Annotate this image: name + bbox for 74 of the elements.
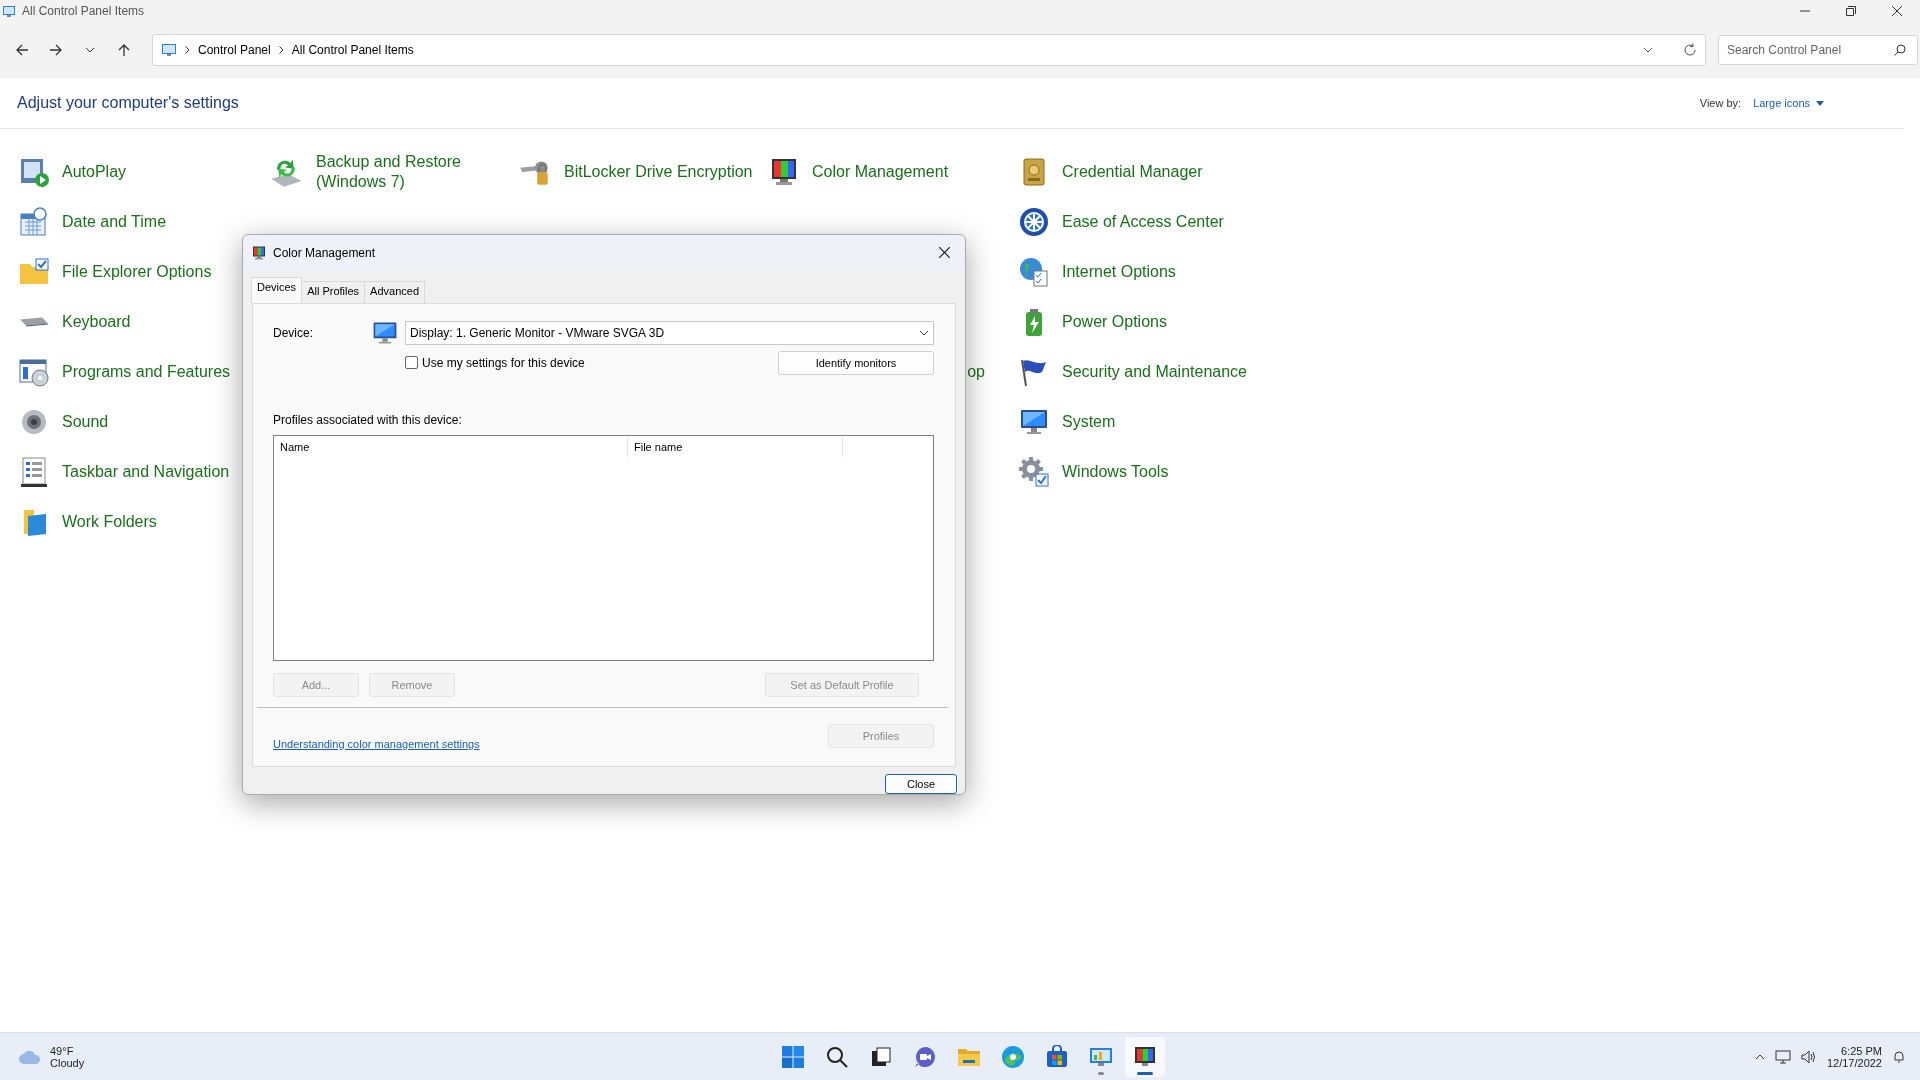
running-indicator	[1137, 1071, 1153, 1075]
control-panel-icon	[161, 43, 177, 57]
globe-icon	[1018, 256, 1050, 288]
control-panel-link[interactable]: Date and Time	[62, 212, 262, 232]
start-icon	[781, 1044, 805, 1069]
control-panel-link[interactable]: AutoPlay	[62, 162, 262, 182]
window-title: All Control Panel Items	[22, 4, 146, 18]
browser-icon	[1001, 1044, 1025, 1069]
page-heading: Adjust your computer's settings	[17, 94, 239, 112]
control-panel-link[interactable]: Color Management	[812, 162, 1012, 182]
checkbox-label: Use my settings for this device	[422, 355, 585, 370]
volume-icon[interactable]	[1800, 1049, 1817, 1064]
control-panel-link[interactable]: Security and Maintenance	[1062, 362, 1262, 382]
notification-icon[interactable]	[1892, 1049, 1906, 1064]
control-panel-link[interactable]: Backup and Restore (Windows 7)	[316, 152, 516, 192]
gear-icon	[1018, 456, 1050, 488]
keyboard-icon	[18, 317, 50, 327]
close-dialog-button[interactable]: Close	[885, 774, 957, 794]
tab[interactable]: Advanced	[364, 280, 426, 303]
column-header[interactable]: Name	[274, 436, 628, 457]
dialog-title: Color Management	[273, 245, 377, 260]
chevron-down-icon[interactable]	[85, 47, 95, 53]
close-icon[interactable]	[938, 247, 950, 259]
chevron-icon	[185, 46, 190, 54]
control-panel-link[interactable]: System	[1062, 412, 1262, 432]
weather-condition: Cloudy	[50, 1056, 85, 1069]
device-label: Device:	[273, 325, 314, 340]
control-panel-icon	[2, 4, 16, 18]
store-bag-icon	[1045, 1044, 1069, 1069]
control-panel-link[interactable]: Credential Manager	[1062, 162, 1262, 182]
close-icon[interactable]	[1892, 6, 1902, 16]
list-icon	[18, 456, 50, 488]
search-field[interactable]: Search Control Panel	[1718, 35, 1918, 65]
monitor-icon	[1133, 1044, 1157, 1069]
help-link[interactable]: Understanding color management settings	[273, 737, 828, 750]
window-disc-icon	[18, 356, 50, 388]
temperature: 49°F	[50, 1044, 75, 1057]
control-panel-link[interactable]: Windows Tools	[1062, 462, 1262, 482]
caret-icon[interactable]	[1816, 100, 1824, 106]
forward-arrow-icon[interactable]	[49, 43, 63, 57]
search-icon	[825, 1044, 849, 1069]
cloud-icon	[18, 1048, 42, 1065]
tab[interactable]: Devices	[251, 276, 303, 303]
media-play-icon	[18, 156, 50, 188]
chat-icon	[913, 1044, 937, 1069]
clock[interactable]: 6:25 PM 12/17/2022	[1826, 1044, 1882, 1069]
address-bar[interactable]: Control Panel All Control Panel Items	[152, 34, 1706, 66]
calendar-icon	[18, 206, 50, 238]
breadcrumb-item[interactable]: All Control Panel Items	[291, 43, 414, 57]
chevron-icon	[278, 46, 284, 54]
profiles-label: Profiles associated with this device:	[273, 412, 463, 427]
taskbar-app[interactable]	[1125, 1036, 1165, 1077]
task-view-icon	[869, 1044, 893, 1069]
monitor-icon	[251, 244, 267, 261]
control-panel-link[interactable]: Ease of Access Center	[1062, 212, 1262, 232]
running-indicator	[1098, 1071, 1104, 1075]
control-panel-link[interactable]: Internet Options	[1062, 262, 1262, 282]
control-panel-link[interactable]: BitLocker Drive Encryption	[564, 162, 764, 182]
restore-icon[interactable]	[1846, 6, 1856, 16]
view-by-label: View by:	[1699, 97, 1742, 109]
view-by-dropdown[interactable]: Large icons	[1753, 97, 1810, 109]
device-dropdown[interactable]: Display: 1. Generic Monitor - VMware SVGA 3D	[405, 320, 934, 345]
dropdown-icon[interactable]	[1643, 47, 1653, 53]
identify-monitors-button[interactable]: Identify monitors	[778, 350, 934, 375]
back-arrow-icon[interactable]	[15, 43, 29, 57]
refresh-icon[interactable]	[1683, 43, 1697, 57]
column-header[interactable]: File name	[628, 436, 843, 457]
chevron-down-icon[interactable]	[919, 329, 929, 336]
control-panel-link[interactable]: op	[967, 363, 985, 381]
checkbox[interactable]	[405, 356, 418, 370]
breadcrumb-item[interactable]: Control Panel	[198, 43, 271, 57]
up-arrow-icon[interactable]	[117, 43, 131, 57]
control-panel-link[interactable]: Power Options	[1062, 312, 1262, 332]
chevron-up-icon[interactable]	[1754, 1053, 1765, 1060]
